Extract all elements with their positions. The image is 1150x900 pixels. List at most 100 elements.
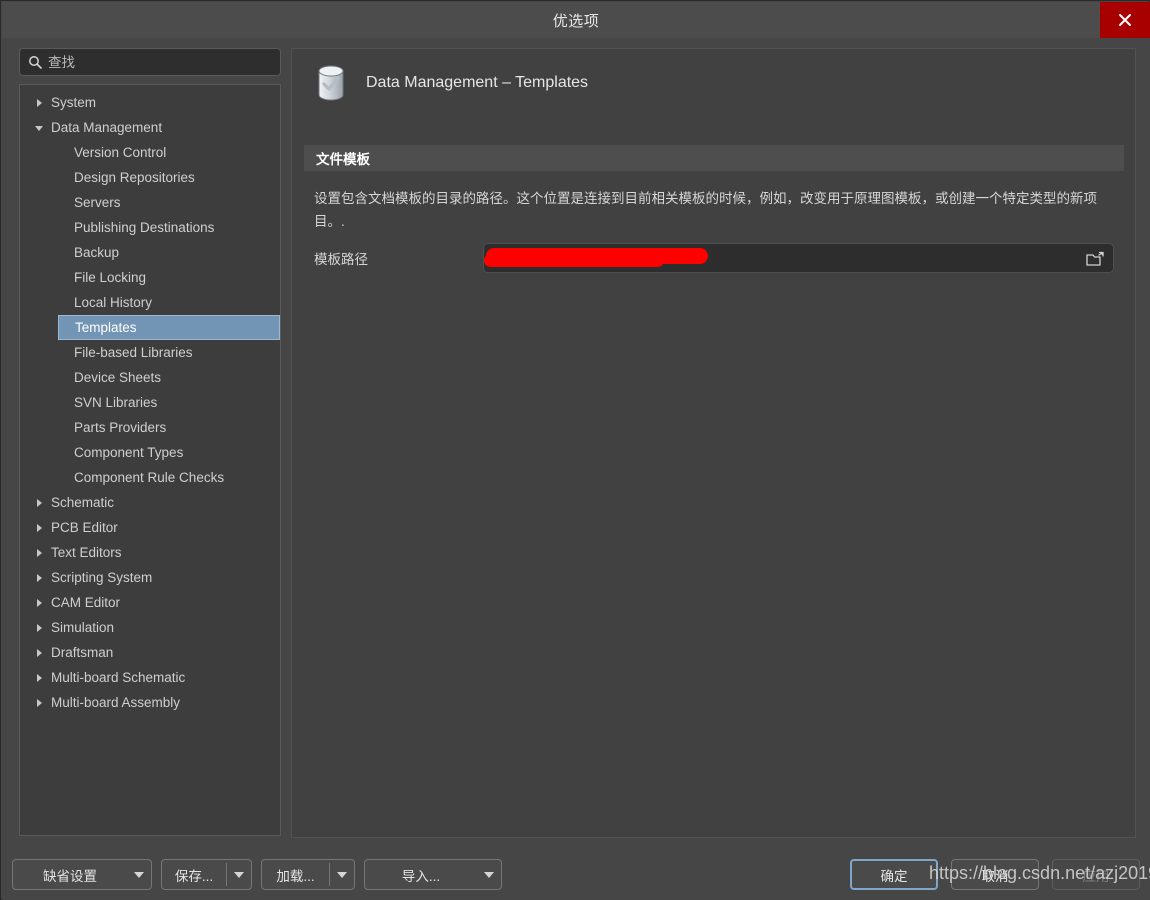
- search-input[interactable]: [48, 54, 248, 70]
- tree-item-multi-board-schematic[interactable]: Multi-board Schematic: [20, 665, 280, 690]
- defaults-button-label: 缺省设置: [43, 868, 97, 884]
- tree-item-label: Backup: [74, 245, 120, 260]
- tree-item-file-based-libraries[interactable]: File-based Libraries: [20, 340, 280, 365]
- preferences-dialog: 优选项 System Data Management Version Control…: [0, 0, 1150, 900]
- ok-button[interactable]: 确定: [850, 859, 938, 890]
- tree-item-label: CAM Editor: [51, 595, 121, 610]
- defaults-dropdown-arrow[interactable]: [127, 860, 151, 889]
- import-button-label: 导入...: [401, 868, 441, 884]
- tree-item-label: Draftsman: [51, 645, 114, 660]
- tree-item-label: Data Management: [51, 120, 163, 135]
- tree-item-label: File Locking: [74, 270, 147, 285]
- open-folder-icon: [1086, 251, 1104, 266]
- chevron-down-icon: [484, 871, 494, 878]
- tree-item-system[interactable]: System: [20, 90, 280, 115]
- chevron-down-icon: [337, 871, 347, 878]
- search-icon: [29, 56, 42, 69]
- page-header: Data Management – Templates: [292, 49, 1135, 117]
- tree-item-local-history[interactable]: Local History: [20, 290, 280, 315]
- save-dropdown-arrow[interactable]: [227, 860, 251, 889]
- tree-item-label: Component Types: [74, 445, 184, 460]
- chevron-right-icon[interactable]: [37, 574, 42, 582]
- chevron-down-icon: [134, 871, 144, 878]
- template-path-label: 模板路径: [314, 252, 368, 267]
- template-path-input[interactable]: 路径已涂抹: [483, 243, 1114, 273]
- tree-item-label: Version Control: [74, 145, 167, 160]
- tree-item-schematic[interactable]: Schematic: [20, 490, 280, 515]
- tree-item-pcb-editor[interactable]: PCB Editor: [20, 515, 280, 540]
- chevron-right-icon[interactable]: [37, 524, 42, 532]
- chevron-right-icon[interactable]: [37, 499, 42, 507]
- tree-item-label: Component Rule Checks: [74, 470, 225, 485]
- tree-item-backup[interactable]: Backup: [20, 240, 280, 265]
- tree-item-label: System: [51, 95, 97, 110]
- tree-item-component-types[interactable]: Component Types: [20, 440, 280, 465]
- tree-item-scripting-system[interactable]: Scripting System: [20, 565, 280, 590]
- defaults-split-button[interactable]: 缺省设置: [12, 859, 152, 890]
- tree-item-label: PCB Editor: [51, 520, 118, 535]
- tree-item-text-editors[interactable]: Text Editors: [20, 540, 280, 565]
- tree-item-label: Schematic: [51, 495, 115, 510]
- dialog-footer: 缺省设置 保存... 加载... 导入... 确定 取消 应用: [2, 849, 1150, 900]
- tree-item-label: Multi-board Schematic: [51, 670, 186, 685]
- tree-item-draftsman[interactable]: Draftsman: [20, 640, 280, 665]
- tree-item-label: Simulation: [51, 620, 115, 635]
- chevron-right-icon[interactable]: [37, 599, 42, 607]
- apply-button: 应用: [1052, 859, 1140, 890]
- section-header: 文件模板: [304, 145, 1124, 171]
- browse-folder-button[interactable]: [1083, 249, 1107, 269]
- tree-item-label: Multi-board Assembly: [51, 695, 181, 710]
- chevron-right-icon[interactable]: [37, 674, 42, 682]
- tree-item-label: Design Repositories: [74, 170, 195, 185]
- chevron-right-icon[interactable]: [37, 649, 42, 657]
- tree-item-simulation[interactable]: Simulation: [20, 615, 280, 640]
- dialog-body: System Data Management Version Control Desi…: [2, 38, 1150, 849]
- tree-item-svn-libraries[interactable]: SVN Libraries: [20, 390, 280, 415]
- tree-item-multi-board-assembly[interactable]: Multi-board Assembly: [20, 690, 280, 715]
- search-box[interactable]: [19, 48, 281, 76]
- dialog-title: 优选项: [552, 12, 600, 30]
- tree-item-label: Templates: [75, 320, 137, 335]
- tree-item-parts-providers[interactable]: Parts Providers: [20, 415, 280, 440]
- section-description: 设置包含文档模板的目录的路径。这个位置是连接到目前相关模板的时候，例如，改变用于…: [314, 191, 1097, 229]
- tree-item-cam-editor[interactable]: CAM Editor: [20, 590, 280, 615]
- tree-item-file-locking[interactable]: File Locking: [20, 265, 280, 290]
- cancel-button[interactable]: 取消: [951, 859, 1039, 890]
- redaction-mark-secondary: [484, 254, 664, 267]
- tree-item-component-rule-checks[interactable]: Component Rule Checks: [20, 465, 280, 490]
- tree-item-label: Publishing Destinations: [74, 220, 215, 235]
- chevron-right-icon[interactable]: [37, 99, 42, 107]
- tree-item-data-management[interactable]: Data Management: [20, 115, 280, 140]
- chevron-down-icon[interactable]: [35, 126, 43, 131]
- close-button[interactable]: [1100, 2, 1150, 38]
- database-check-icon: [318, 65, 344, 101]
- chevron-right-icon[interactable]: [37, 699, 42, 707]
- import-split-button[interactable]: 导入...: [364, 859, 502, 890]
- close-icon: [1119, 14, 1131, 26]
- load-button-label: 加载...: [276, 868, 315, 884]
- navigation-pane: System Data Management Version Control Desi…: [19, 48, 281, 838]
- tree-item-label: Parts Providers: [74, 420, 167, 435]
- title-bar: 优选项: [2, 2, 1150, 38]
- chevron-right-icon[interactable]: [37, 549, 42, 557]
- tree-item-servers[interactable]: Servers: [20, 190, 280, 215]
- settings-pane: Data Management – Templates 文件模板 设置包含文档模…: [291, 48, 1136, 838]
- tree-item-version-control[interactable]: Version Control: [20, 140, 280, 165]
- tree-item-design-repositories[interactable]: Design Repositories: [20, 165, 280, 190]
- import-dropdown-arrow[interactable]: [477, 860, 501, 889]
- tree-item-label: Text Editors: [51, 545, 122, 560]
- tree-item-label: File-based Libraries: [74, 345, 193, 360]
- save-split-button[interactable]: 保存...: [161, 859, 252, 890]
- tree-item-label: Scripting System: [51, 570, 153, 585]
- load-split-button[interactable]: 加载...: [261, 859, 355, 890]
- save-button-label: 保存...: [174, 868, 214, 884]
- tree-item-templates[interactable]: Templates: [58, 315, 280, 340]
- tree-item-label: Device Sheets: [74, 370, 162, 385]
- chevron-down-icon: [234, 871, 244, 878]
- tree-item-device-sheets[interactable]: Device Sheets: [20, 365, 280, 390]
- tree-item-publishing-destinations[interactable]: Publishing Destinations: [20, 215, 280, 240]
- load-dropdown-arrow[interactable]: [330, 860, 354, 889]
- preferences-tree[interactable]: System Data Management Version Control Desi…: [19, 84, 281, 836]
- chevron-right-icon[interactable]: [37, 624, 42, 632]
- tree-item-label: Servers: [74, 195, 121, 210]
